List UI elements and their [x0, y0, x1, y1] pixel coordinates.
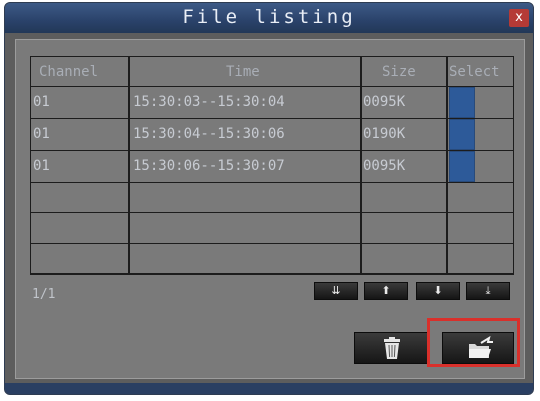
grid-line: [30, 86, 514, 87]
arrow-down-icon: ⬇: [433, 284, 443, 297]
highlight-box: [427, 318, 520, 367]
grid-line: [30, 182, 514, 183]
bottom-bar: [5, 383, 533, 394]
arrow-to-bottom-icon: ⤓: [485, 284, 491, 297]
grid-line: [30, 56, 31, 274]
grid-line: [30, 118, 514, 119]
row-1-time[interactable]: 15:30:03--15:30:04: [133, 94, 285, 110]
row-2-size[interactable]: 0190K: [363, 126, 405, 142]
title-bar: File listing x: [5, 3, 533, 33]
next-page-button[interactable]: ⬇: [416, 282, 460, 300]
column-header-size: Size: [382, 64, 416, 80]
grid-line: [360, 56, 362, 274]
page-indicator: 1/1: [32, 287, 56, 302]
row-3-size[interactable]: 0095K: [363, 158, 405, 174]
column-header-channel: Channel: [39, 64, 99, 80]
row-1-channel[interactable]: 01: [33, 94, 50, 110]
close-button[interactable]: x: [509, 9, 529, 27]
row-2-time[interactable]: 15:30:04--15:30:06: [133, 126, 285, 142]
grid-line: [30, 56, 514, 57]
arrow-up-icon: ⬆: [381, 284, 391, 297]
dialog-title: File listing: [182, 6, 356, 28]
grid-line: [30, 150, 514, 151]
grid-line: [446, 56, 448, 274]
trash-icon: [384, 337, 400, 359]
last-page-button[interactable]: ⤓: [466, 282, 510, 300]
row-1-select-checkbox[interactable]: [449, 87, 475, 118]
column-header-select: Select: [449, 64, 500, 80]
previous-page-button[interactable]: ⬆: [364, 282, 408, 300]
row-2-channel[interactable]: 01: [33, 126, 50, 142]
row-3-select-checkbox[interactable]: [449, 151, 475, 182]
row-2-select-checkbox[interactable]: [449, 119, 475, 150]
first-page-button[interactable]: ⇊: [314, 282, 358, 300]
delete-button[interactable]: [354, 332, 428, 364]
grid-line: [30, 243, 514, 244]
row-3-channel[interactable]: 01: [33, 158, 50, 174]
grid-line: [128, 56, 130, 274]
grid-line: [513, 56, 514, 274]
row-3-time[interactable]: 15:30:06--15:30:07: [133, 158, 285, 174]
grid-line: [30, 273, 514, 275]
double-arrow-down-icon: ⇊: [331, 284, 341, 297]
column-header-time: Time: [226, 64, 260, 80]
grid-line: [30, 212, 514, 213]
row-1-size[interactable]: 0095K: [363, 94, 405, 110]
